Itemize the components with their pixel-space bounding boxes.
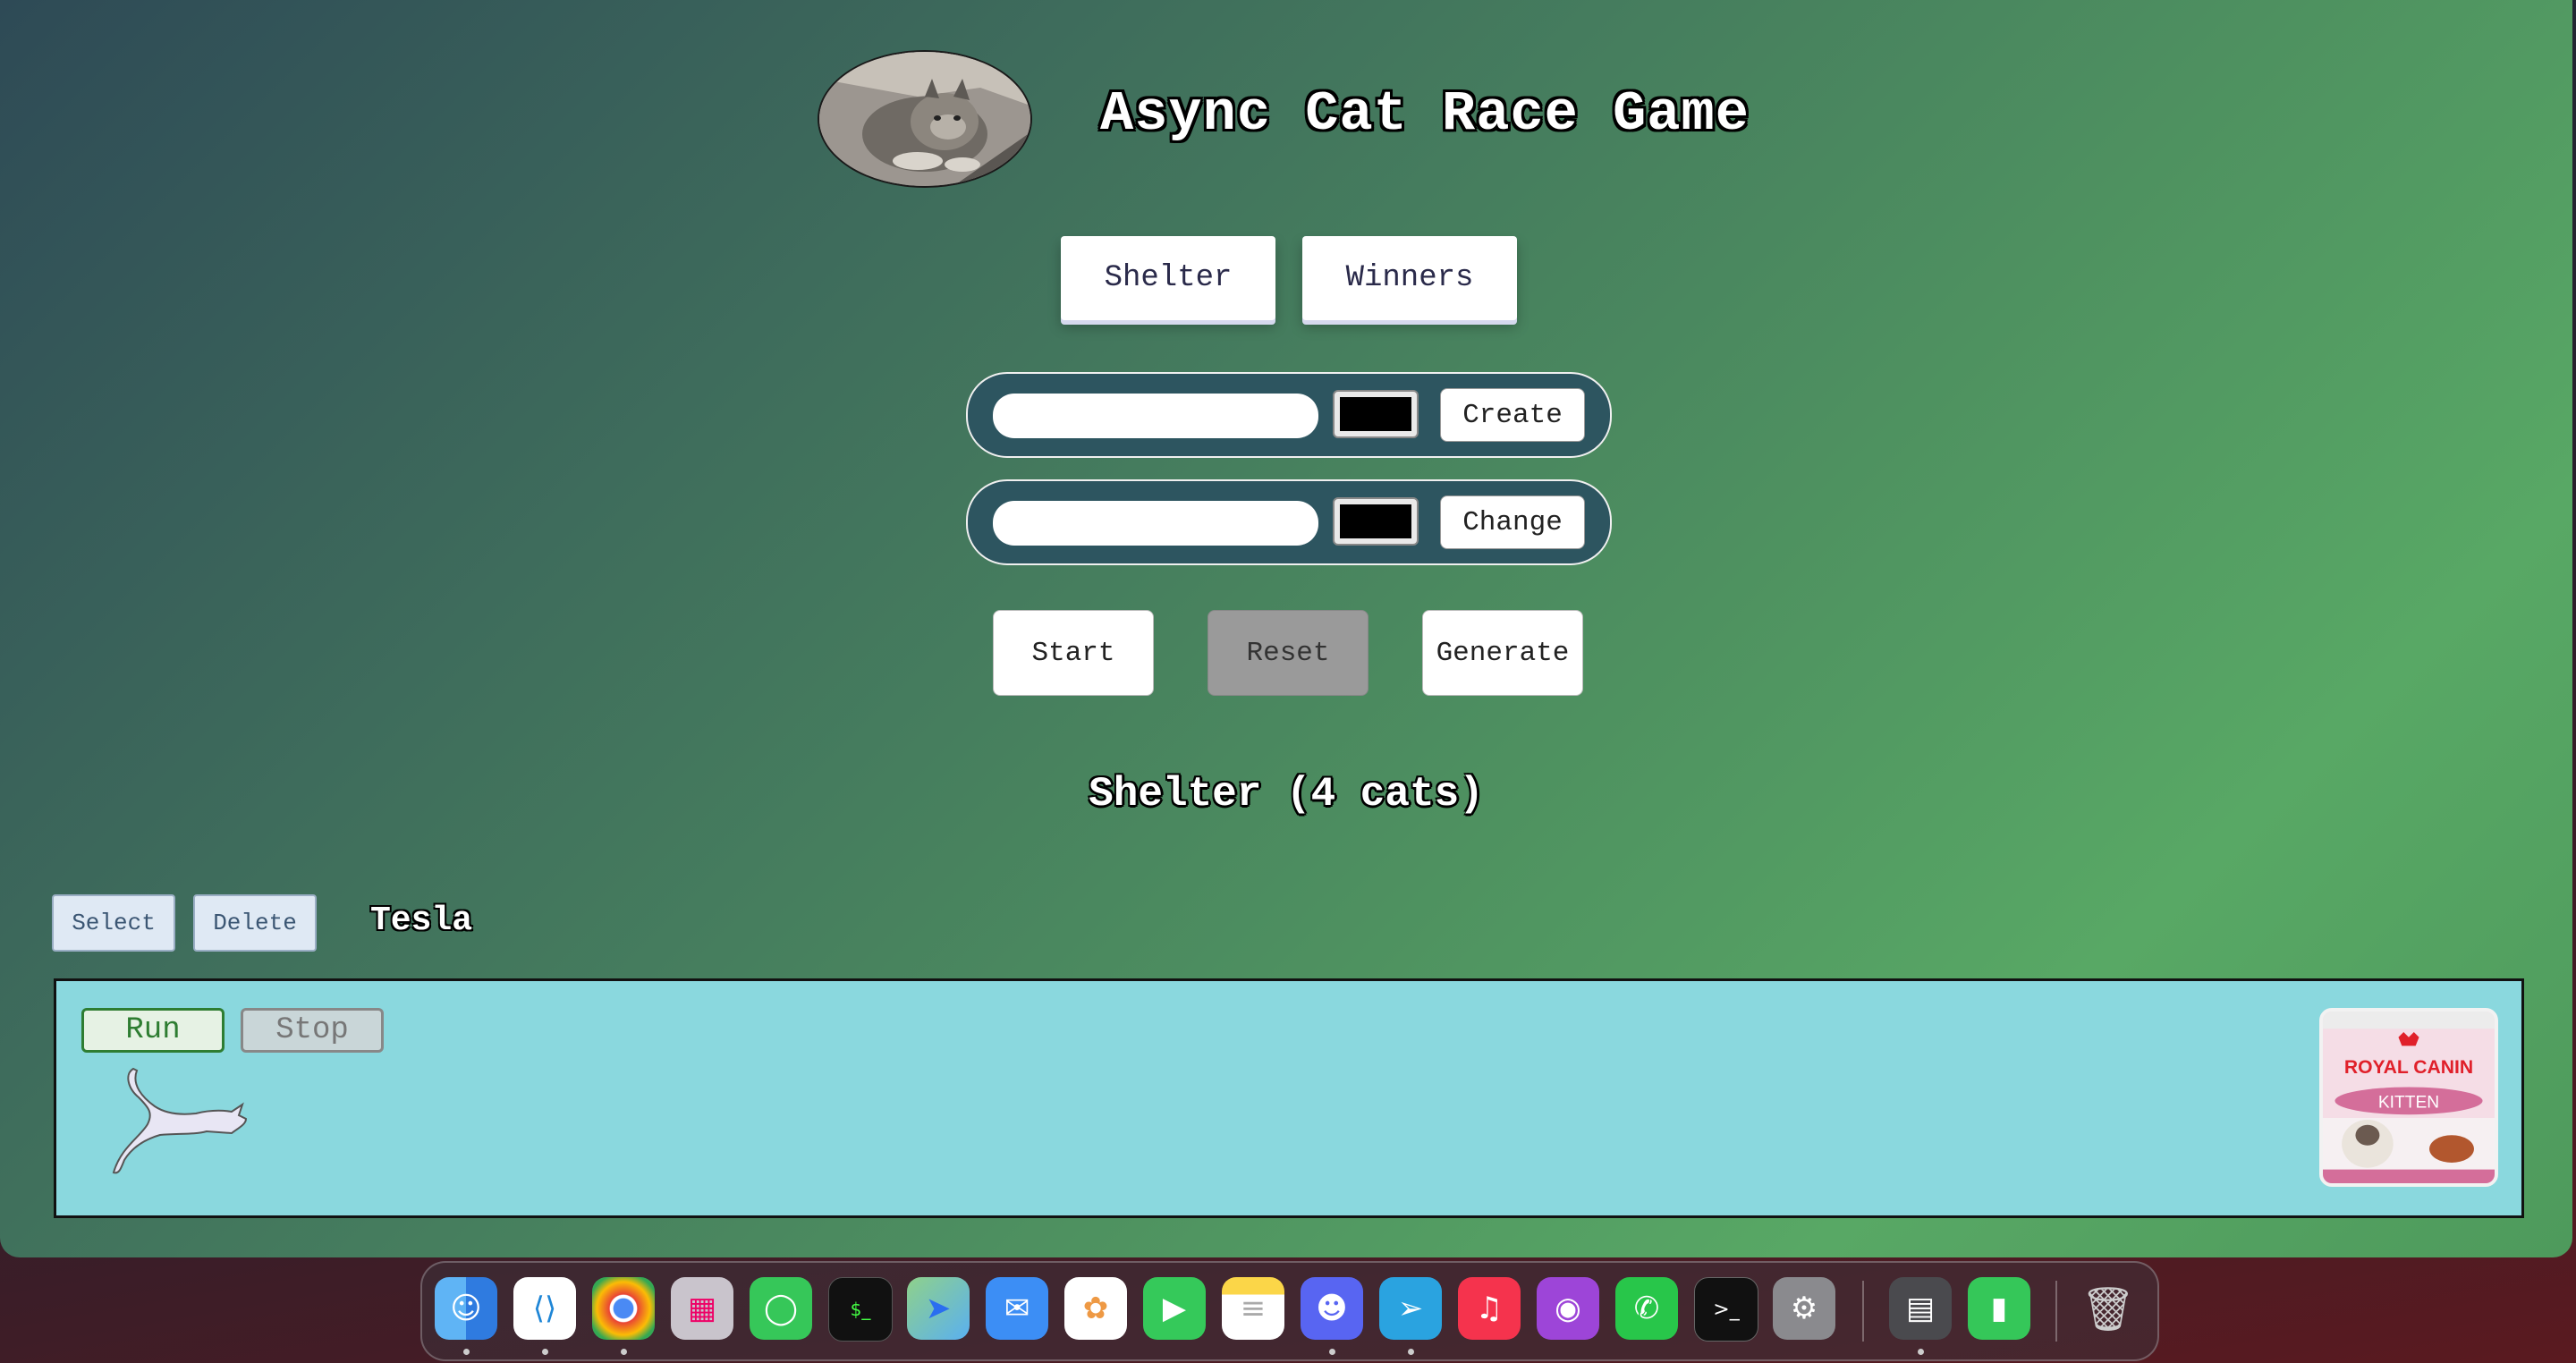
macos-dock: ☺ ⟨⟩ ▦ ◯ $_ ➤ ✉ ✿ ▶ ≡ ☻ ➢ ♫ ◉ ✆ >_ ⚙ ▤ ▮… xyxy=(420,1261,2159,1361)
run-button[interactable]: Run xyxy=(81,1008,225,1053)
discord-icon[interactable]: ☻ xyxy=(1301,1277,1363,1340)
notes-icon[interactable]: ≡ xyxy=(1222,1277,1284,1340)
create-color-swatch xyxy=(1340,397,1411,431)
racer-name: Tesla xyxy=(370,902,473,940)
cat-racer-icon xyxy=(97,1062,250,1178)
winners-nav-button[interactable]: Winners xyxy=(1302,236,1517,320)
music-icon[interactable]: ♫ xyxy=(1458,1277,1521,1340)
delete-button[interactable]: Delete xyxy=(193,894,317,952)
maps-icon[interactable]: ➤ xyxy=(907,1277,970,1340)
terminal-icon[interactable]: $_ xyxy=(828,1277,893,1342)
update-form: Change xyxy=(966,479,1612,565)
create-name-input[interactable] xyxy=(993,394,1318,438)
product-text: KITTEN xyxy=(2378,1094,2439,1113)
running-indicator xyxy=(542,1349,548,1355)
running-indicator xyxy=(1329,1349,1335,1355)
reset-button[interactable]: Reset xyxy=(1208,610,1368,696)
finish-flag-image: ROYAL CANIN KITTEN xyxy=(2319,1008,2498,1187)
vscode-icon[interactable]: ⟨⟩ xyxy=(513,1277,576,1340)
create-button[interactable]: Create xyxy=(1440,388,1585,442)
whatsapp-icon[interactable]: ✆ xyxy=(1615,1277,1678,1340)
dock-separator xyxy=(1862,1281,1864,1342)
finder-icon[interactable]: ☺ xyxy=(435,1277,497,1340)
iterm-icon[interactable]: >_ xyxy=(1694,1277,1758,1342)
mail-icon[interactable]: ✉ xyxy=(986,1277,1048,1340)
running-indicator xyxy=(621,1349,627,1355)
messages-icon[interactable]: ◯ xyxy=(750,1277,812,1340)
dock-separator xyxy=(2055,1281,2057,1342)
trash-icon[interactable]: 🗑 xyxy=(2077,1277,2140,1340)
update-color-picker[interactable] xyxy=(1333,497,1419,546)
app-window: Async Cat Race Game Shelter Winners Crea… xyxy=(0,0,2572,1257)
photos-icon[interactable]: ✿ xyxy=(1064,1277,1127,1340)
telegram-icon[interactable]: ➢ xyxy=(1379,1277,1442,1340)
update-name-input[interactable] xyxy=(993,501,1318,546)
brand-text: ROYAL CANIN xyxy=(2344,1057,2473,1078)
launchpad-icon[interactable]: ▦ xyxy=(671,1277,733,1340)
update-color-swatch xyxy=(1340,504,1411,538)
stop-button[interactable]: Stop xyxy=(241,1008,384,1053)
page-title: Async Cat Race Game xyxy=(1100,82,1750,146)
generate-button[interactable]: Generate xyxy=(1422,610,1583,696)
select-button[interactable]: Select xyxy=(52,894,175,952)
podcasts-icon[interactable]: ◉ xyxy=(1537,1277,1599,1340)
calculator-icon[interactable]: ▤ xyxy=(1889,1277,1952,1340)
numbers-icon[interactable]: ▮ xyxy=(1968,1277,2030,1340)
running-indicator xyxy=(1918,1349,1924,1355)
facetime-icon[interactable]: ▶ xyxy=(1143,1277,1206,1340)
settings-icon[interactable]: ⚙ xyxy=(1773,1277,1835,1340)
create-form: Create xyxy=(966,372,1612,458)
shelter-nav-button[interactable]: Shelter xyxy=(1061,236,1275,320)
race-track: Run Stop ROYAL CANIN KITTEN xyxy=(54,978,2524,1218)
shelter-heading: Shelter (4 cats) xyxy=(1089,771,1484,817)
chrome-icon[interactable] xyxy=(592,1277,655,1340)
create-color-picker[interactable] xyxy=(1333,390,1419,438)
running-indicator xyxy=(1408,1349,1414,1355)
start-button[interactable]: Start xyxy=(993,610,1154,696)
change-button[interactable]: Change xyxy=(1440,495,1585,549)
cat-logo-image xyxy=(818,50,1032,188)
running-indicator xyxy=(463,1349,470,1355)
